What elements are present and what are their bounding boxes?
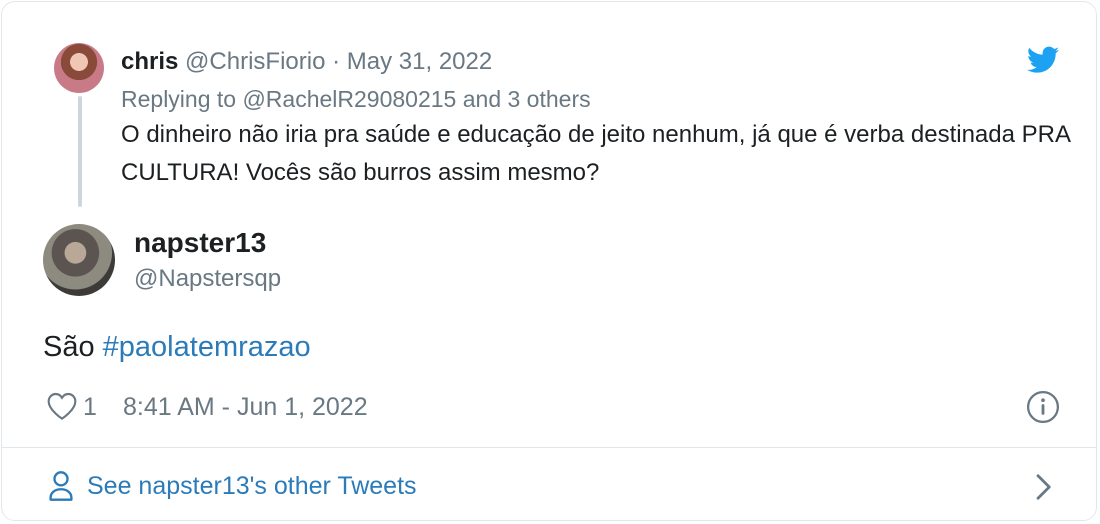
tweet-embed-card: chris @ChrisFiorio · May 31, 2022 Replyi… xyxy=(1,1,1097,521)
header-separator: · xyxy=(332,48,341,75)
person-icon xyxy=(49,471,73,501)
parent-tweet[interactable]: chris @ChrisFiorio · May 31, 2022 Replyi… xyxy=(2,2,1096,212)
parent-header: chris @ChrisFiorio · May 31, 2022 xyxy=(121,46,492,78)
thread-connector-line xyxy=(78,96,82,207)
replying-to-line[interactable]: Replying to @RachelR29080215 and 3 other… xyxy=(121,84,591,114)
parent-date[interactable]: May 31, 2022 xyxy=(347,48,492,75)
parent-tweet-text: O dinheiro não iria pra saúde e educação… xyxy=(121,121,1070,186)
parent-avatar[interactable] xyxy=(54,43,104,93)
author-name[interactable]: napster13 xyxy=(134,226,266,260)
author-handle[interactable]: @Napstersqp xyxy=(134,263,281,295)
hashtag-link[interactable]: #paolatemrazao xyxy=(103,331,311,363)
parent-author-handle[interactable]: @ChrisFiorio xyxy=(185,48,325,75)
see-other-tweets-label[interactable]: See napster13's other Tweets xyxy=(87,469,417,503)
tweet-meta-row: 1 8:41 AM - Jun 1, 2022 xyxy=(43,388,1063,426)
twitter-bird-icon[interactable] xyxy=(1027,46,1059,74)
see-other-tweets-link[interactable]: See napster13's other Tweets xyxy=(2,448,1096,520)
heart-icon[interactable] xyxy=(46,391,78,421)
author-avatar[interactable] xyxy=(43,224,115,296)
tweet-text: São #paolatemrazao xyxy=(43,329,311,365)
info-icon[interactable] xyxy=(1026,390,1060,424)
tweet-timestamp[interactable]: 8:41 AM - Jun 1, 2022 xyxy=(123,390,368,424)
like-count[interactable]: 1 xyxy=(83,390,97,424)
chevron-right-icon[interactable] xyxy=(1032,472,1054,502)
parent-author-name[interactable]: chris xyxy=(121,48,178,75)
tweet-text-prefix: São xyxy=(43,331,103,363)
